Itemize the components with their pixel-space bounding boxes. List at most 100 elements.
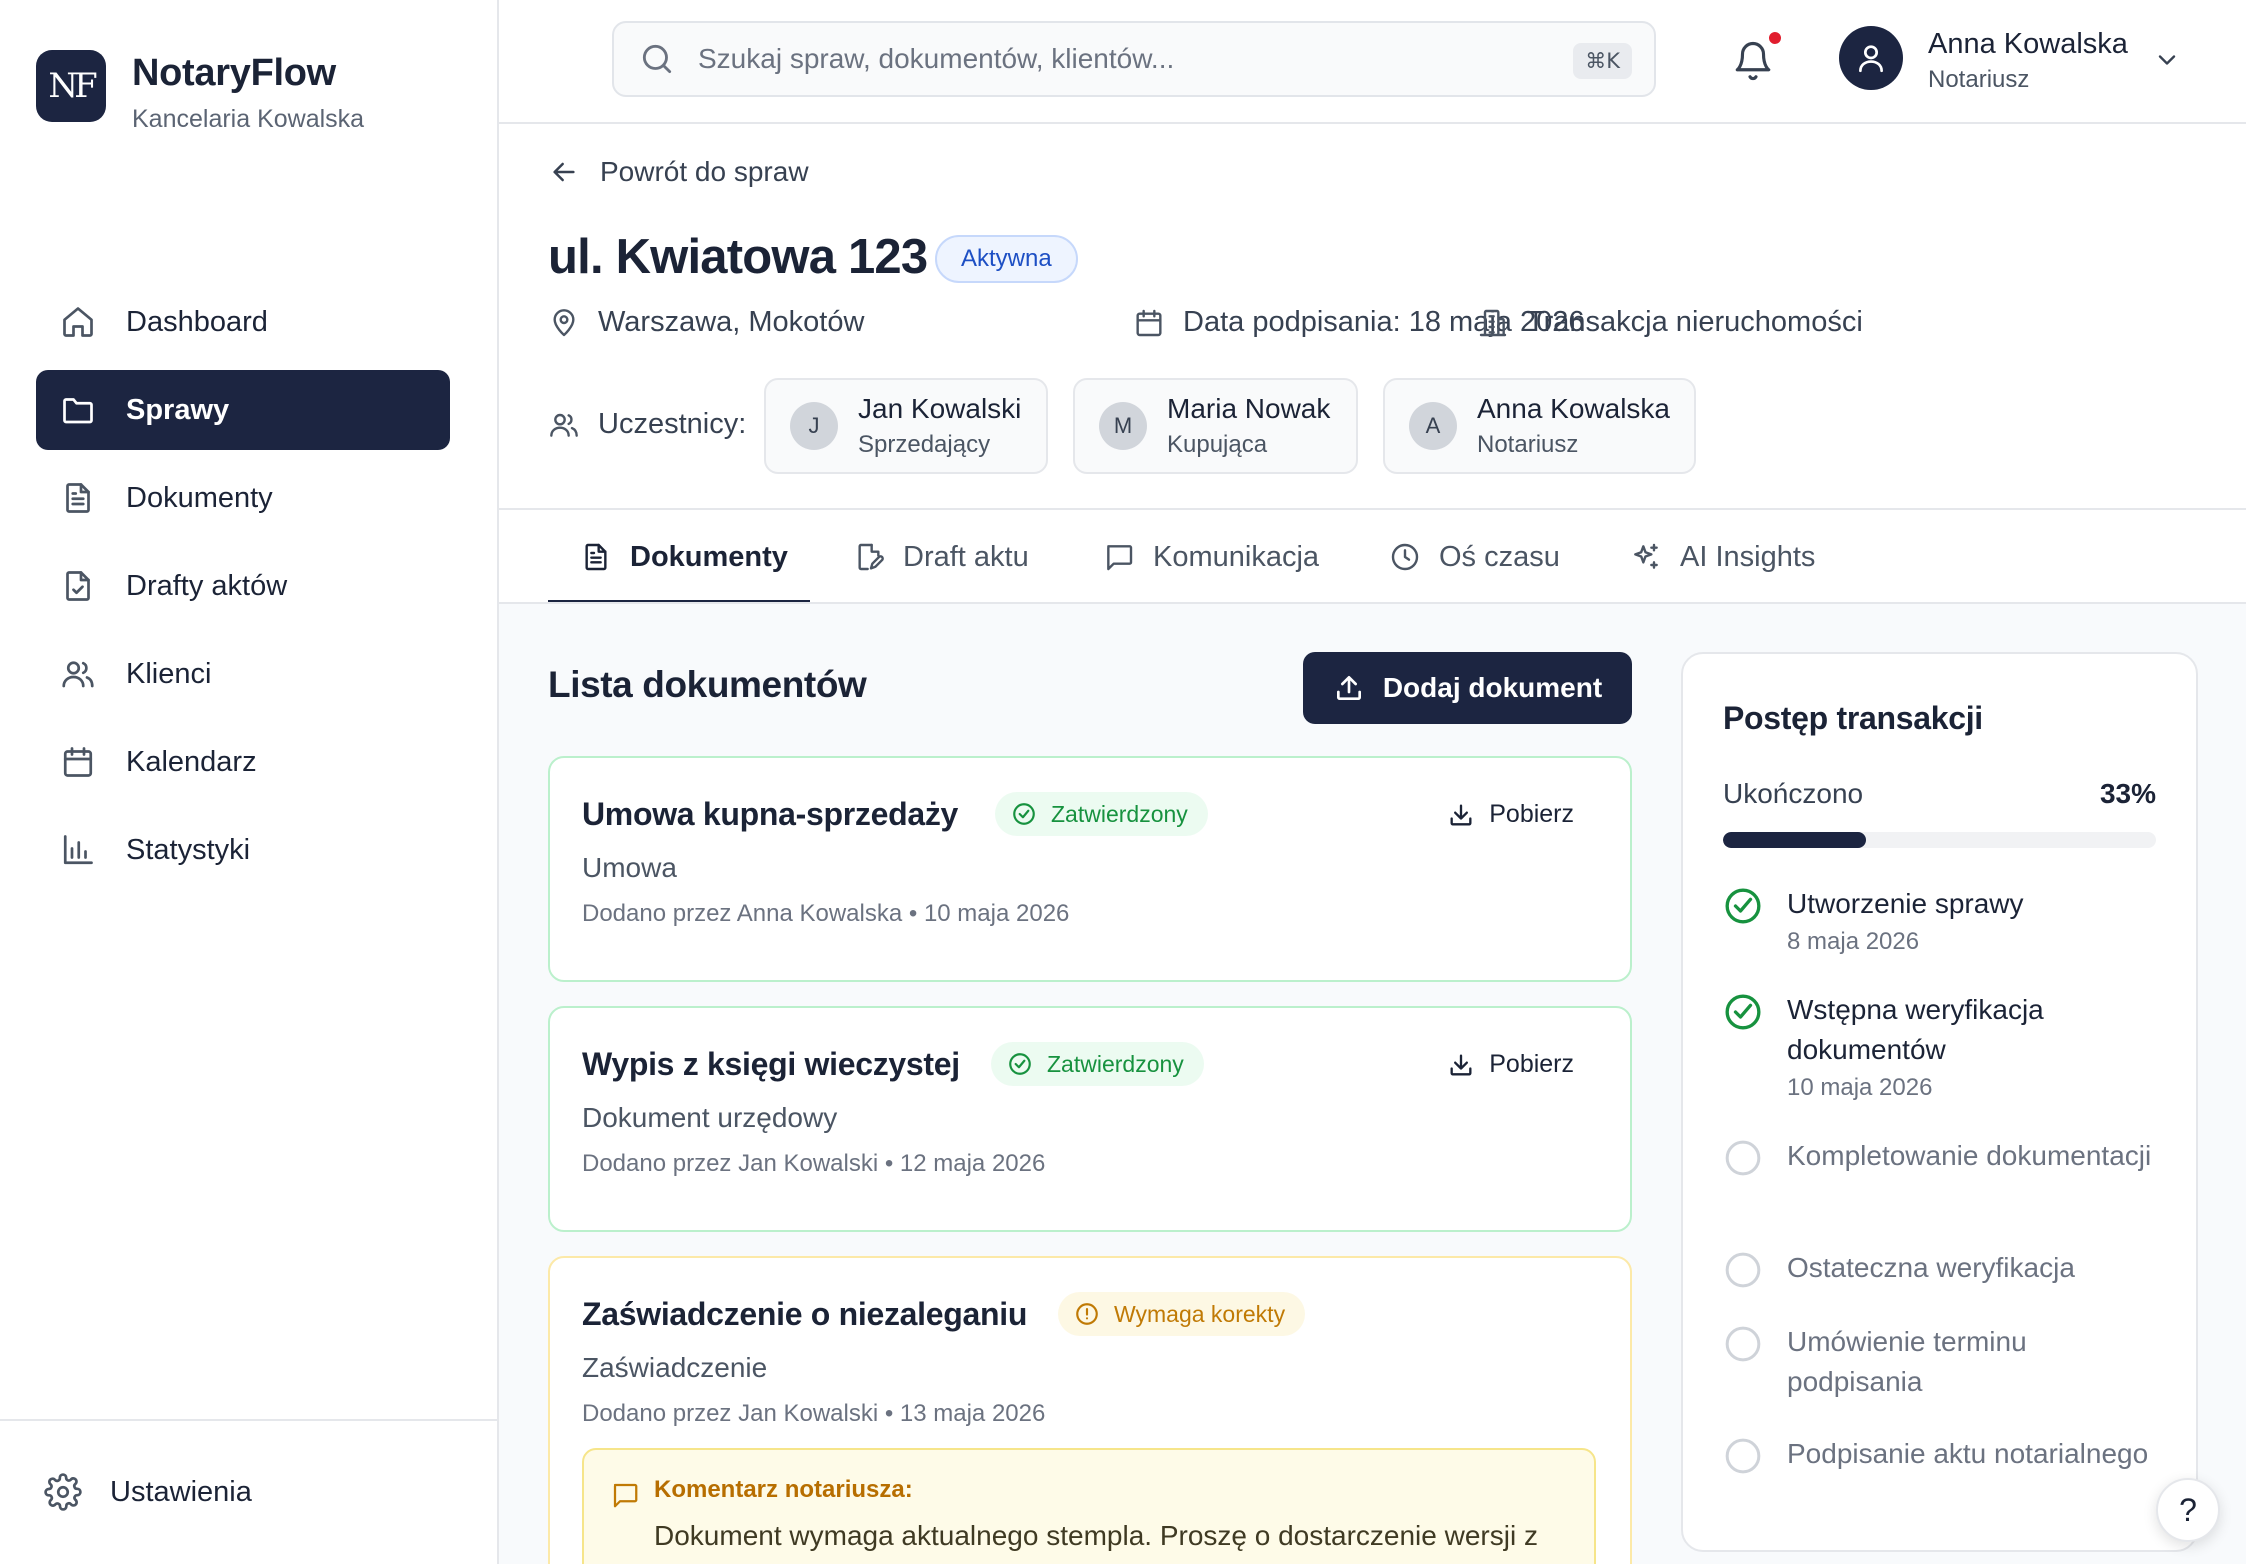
tab-label: Dokumenty [630, 540, 788, 573]
sidebar-item-label: Drafty aktów [126, 569, 288, 602]
participant-role: Kupująca [1167, 431, 1268, 458]
progress-step: Umówienie terminu podpisania [1723, 1322, 2163, 1402]
file-check-icon [60, 568, 96, 604]
participant-avatar: A [1409, 402, 1457, 450]
search-shortcut-badge: ⌘K [1573, 43, 1632, 79]
brand-subtitle: Kancelaria Kowalska [132, 105, 365, 133]
progress-bar [1723, 832, 2156, 848]
gear-icon [44, 1473, 82, 1511]
document-icon [60, 480, 96, 516]
document-meta: Dodano przez Jan Kowalski • 12 maja 2026 [582, 1150, 1046, 1177]
sidebar-item-label: Dashboard [126, 305, 268, 338]
sidebar-item-drafty[interactable]: Drafty aktów [36, 546, 450, 626]
document-meta: Dodano przez Anna Kowalska • 10 maja 202… [582, 900, 1070, 927]
sidebar: NF NotaryFlow Kancelaria Kowalska Dashbo… [0, 0, 499, 1564]
progress-step: Utworzenie sprawy 8 maja 2026 [1723, 884, 2163, 956]
folder-icon [60, 392, 96, 428]
participant-card[interactable]: J Jan Kowalski Sprzedający [764, 378, 1048, 474]
sidebar-item-label: Sprawy [126, 393, 230, 426]
divider [499, 602, 2246, 604]
step-label: Umówienie terminu podpisania [1787, 1326, 2027, 1397]
status-badge: Zatwierdzony [995, 792, 1208, 836]
back-to-cases-link[interactable]: Powrót do spraw [548, 156, 809, 188]
progress-step: Podpisanie aktu notarialnego [1723, 1434, 2163, 1474]
case-location: Warszawa, Mokotów [548, 306, 864, 339]
participant-name: Maria Nowak [1167, 393, 1331, 424]
participant-role: Notariusz [1477, 431, 1579, 458]
tab-os-czasu[interactable]: Oś czasu [1389, 510, 1560, 604]
sidebar-item-kalendarz[interactable]: Kalendarz [36, 722, 450, 802]
sidebar-item-dashboard[interactable]: Dashboard [36, 282, 450, 362]
tab-label: AI Insights [1680, 540, 1816, 573]
case-title: ul. Kwiatowa 123 [548, 230, 928, 284]
notification-dot [1767, 30, 1783, 46]
settings-link[interactable]: Ustawienia [44, 1473, 252, 1511]
brand[interactable]: NF NotaryFlow Kancelaria Kowalska [36, 50, 364, 134]
chevron-down-icon[interactable] [2153, 46, 2181, 74]
brand-logo: NF [36, 50, 106, 122]
file-edit-icon [853, 541, 885, 573]
sidebar-item-sprawy[interactable]: Sprawy [36, 370, 450, 450]
message-icon [1103, 541, 1135, 573]
sidebar-item-statystyki[interactable]: Statystyki [36, 810, 450, 890]
case-header: Powrót do spraw ul. Kwiatowa 123 Aktywna… [499, 124, 2246, 604]
step-date: 8 maja 2026 [1787, 928, 1920, 955]
step-label: Podpisanie aktu notarialnego [1787, 1438, 2149, 1469]
download-button[interactable]: Pobierz [1447, 1050, 1574, 1079]
participants-label-text: Uczestnicy: [598, 408, 747, 440]
document-title: Zaświadczenie o niezaleganiu [582, 1296, 1028, 1332]
step-label: Kompletowanie dokumentacji [1787, 1140, 2152, 1171]
participant-avatar: M [1099, 402, 1147, 450]
user-name[interactable]: Anna Kowalska [1928, 28, 2128, 61]
participant-role: Sprzedający [858, 431, 991, 458]
sidebar-item-klienci[interactable]: Klienci [36, 634, 450, 714]
document-card[interactable]: Wypis z księgi wieczystej Zatwierdzony P… [548, 1006, 1632, 1232]
document-title: Wypis z księgi wieczystej [582, 1046, 960, 1082]
user-role: Notariusz [1928, 66, 2030, 93]
case-location-text: Warszawa, Mokotów [598, 306, 865, 338]
participant-card[interactable]: M Maria Nowak Kupująca [1073, 378, 1358, 474]
transaction-progress-card: Postęp transakcji Ukończono 33% Utworzen… [1681, 652, 2198, 1552]
users-icon [548, 409, 580, 441]
participant-card[interactable]: A Anna Kowalska Notariusz [1383, 378, 1696, 474]
document-title: Umowa kupna-sprzedaży [582, 796, 959, 832]
document-type: Zaświadczenie [582, 1352, 768, 1383]
help-button[interactable]: ? [2156, 1478, 2220, 1542]
user-avatar[interactable] [1839, 26, 1903, 90]
check-circle-icon [1723, 886, 1763, 926]
document-card[interactable]: Zaświadczenie o niezaleganiu Wymaga kore… [548, 1256, 1632, 1564]
progress-step: Kompletowanie dokumentacji [1723, 1136, 2163, 1176]
building-icon [1477, 307, 1509, 339]
participant-avatar: J [790, 402, 838, 450]
tab-komunikacja[interactable]: Komunikacja [1103, 510, 1319, 604]
add-document-button[interactable]: Dodaj dokument [1303, 652, 1632, 724]
empty-circle-icon [1723, 1138, 1763, 1178]
alert-circle-icon [1074, 1301, 1100, 1327]
tab-label: Draft aktu [903, 540, 1029, 573]
search-input[interactable]: Szukaj spraw, dokumentów, klientów... ⌘K [612, 21, 1656, 97]
sidebar-item-label: Kalendarz [126, 745, 257, 778]
download-label: Pobierz [1489, 800, 1574, 828]
tab-draft-aktu[interactable]: Draft aktu [853, 510, 1029, 604]
document-meta: Dodano przez Jan Kowalski • 13 maja 2026 [582, 1400, 1046, 1427]
empty-circle-icon [1723, 1436, 1763, 1476]
document-type: Dokument urzędowy [582, 1102, 838, 1133]
sidebar-item-dokumenty[interactable]: Dokumenty [36, 458, 450, 538]
case-type-text: Transakcja nieruchomości [1527, 306, 1863, 338]
notary-comment: Komentarz notariusza: Dokument wymaga ak… [582, 1448, 1596, 1564]
notifications-bell-icon[interactable] [1732, 40, 1774, 82]
tab-label: Komunikacja [1153, 540, 1320, 573]
tab-dokumenty[interactable]: Dokumenty [548, 510, 810, 604]
check-circle-icon [1007, 1051, 1033, 1077]
download-button[interactable]: Pobierz [1447, 800, 1574, 829]
tab-ai-insights[interactable]: AI Insights [1630, 510, 1815, 604]
map-pin-icon [548, 307, 580, 339]
step-label: Ostateczna weryfikacja [1787, 1252, 2075, 1283]
document-icon [580, 541, 612, 573]
case-tabs: Dokumenty Draft aktu Komunikacja Oś czas… [499, 508, 2246, 604]
check-circle-icon [1011, 801, 1037, 827]
step-label: Wstępna weryfikacja dokumentów [1787, 994, 2044, 1065]
document-card[interactable]: Umowa kupna-sprzedaży Zatwierdzony Pobie… [548, 756, 1632, 982]
progress-label: Ukończono [1723, 778, 1864, 809]
step-label: Utworzenie sprawy [1787, 888, 2024, 919]
